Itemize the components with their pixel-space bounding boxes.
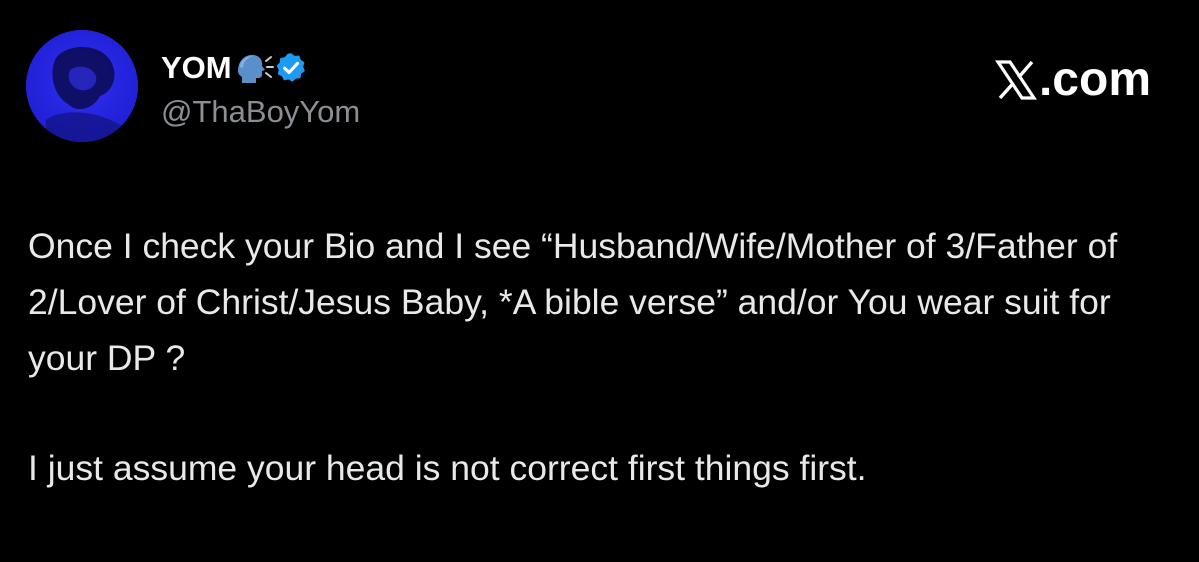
author-handle[interactable]: @ThaBoyYom xyxy=(161,94,360,130)
tweet-text: Once I check your Bio and I see “Husband… xyxy=(28,218,1178,496)
brand-watermark: .com xyxy=(994,53,1151,106)
brand-domain-text: .com xyxy=(1038,53,1151,106)
author-name-row: YOM xyxy=(161,48,308,88)
x-logo-icon xyxy=(994,59,1037,101)
tweet-paragraph: Once I check your Bio and I see “Husband… xyxy=(28,226,1118,378)
speaking-head-icon xyxy=(234,51,274,85)
author-display-name[interactable]: YOM xyxy=(161,50,232,86)
verified-badge-icon xyxy=(274,51,308,85)
avatar-image xyxy=(26,30,138,142)
post-card: YOM @ThaBoyYom .com Once I check your Bi… xyxy=(0,0,1199,562)
avatar[interactable] xyxy=(26,30,138,142)
tweet-paragraph: I just assume your head is not correct f… xyxy=(28,448,867,488)
